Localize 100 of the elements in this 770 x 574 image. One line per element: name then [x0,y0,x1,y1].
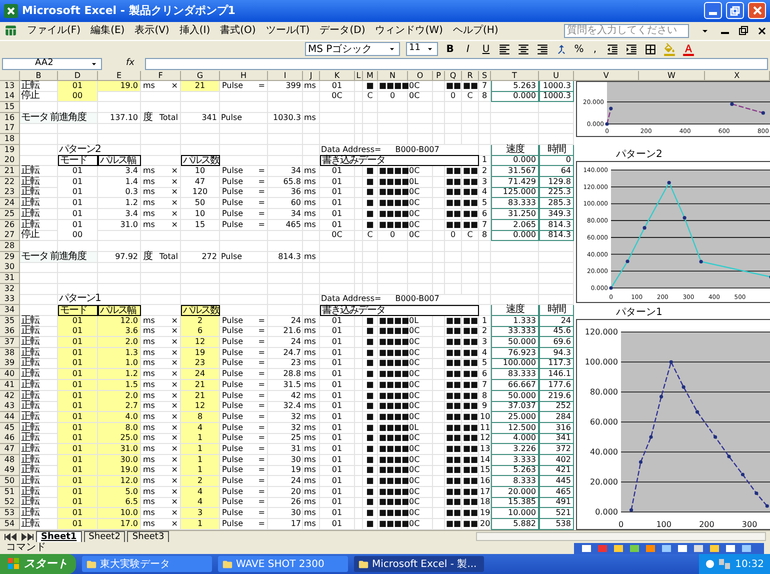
row-number[interactable]: 32 [0,284,20,295]
column-header[interactable]: O [408,70,433,81]
row-number[interactable]: 51 [0,486,20,498]
help-search-field[interactable]: 質問を入力してください [564,24,689,38]
menu-item[interactable]: ツール(T) [266,24,310,37]
sheet-tab[interactable]: Sheet3 [127,530,170,542]
format-button[interactable]: B [444,42,456,57]
taskbar-button[interactable]: Microsoft Excel - 製... [354,556,484,572]
number-format-button[interactable]: % [574,42,584,57]
taskbar-button[interactable]: WAVE SHOT 2300 [218,556,348,572]
row-number[interactable]: 48 [0,454,20,466]
row-number[interactable]: 17 [0,123,20,134]
row-number[interactable]: 26 [0,220,20,231]
function-label[interactable]: fx [126,57,134,71]
font-size-field[interactable]: 11 [406,42,438,56]
sheet-tab[interactable]: Sheet2 [84,530,126,542]
data-cell: 0C [408,369,433,380]
menu-item[interactable]: 書式(O) [220,24,256,37]
row-number[interactable]: 46 [0,433,20,444]
data-cell: ■■ [462,390,479,402]
column-header[interactable]: V [574,70,640,81]
row-number[interactable]: 54 [0,518,20,530]
data-cell: ■■ [445,316,462,327]
speed-cell: 5.263 [491,80,539,92]
column-header[interactable]: J [303,70,320,81]
column-header[interactable]: U [539,70,574,81]
row-number[interactable]: 25 [0,208,20,220]
row-number[interactable]: 29 [0,252,20,263]
column-header[interactable]: L [355,70,363,81]
column-header[interactable]: K [320,70,355,81]
row-number[interactable]: 43 [0,401,20,412]
row-number[interactable]: 14 [0,91,20,102]
column-header[interactable]: P [433,70,445,81]
data-cell: ■■ [445,326,462,338]
row-number[interactable]: 24 [0,198,20,210]
row-number[interactable]: 39 [0,358,20,370]
menu-item[interactable]: データ(D) [320,24,366,37]
font-field[interactable]: MS Pゴシック [305,42,400,56]
column-header[interactable]: E [98,70,141,81]
start-button[interactable]: スタート [0,554,76,574]
row-number[interactable]: 18 [0,134,20,146]
row-number[interactable]: 13 [0,80,20,92]
multiply-sign: × [171,422,178,433]
data-cell: ■ [363,486,378,498]
row-number[interactable]: 28 [0,240,20,252]
row-number[interactable]: 41 [0,380,20,391]
menu-item[interactable]: 挿入(I) [179,24,210,37]
row-number[interactable]: 52 [0,497,20,508]
column-header[interactable]: T [491,70,539,81]
menu-item[interactable]: ヘルプ(H) [452,24,498,37]
row-number[interactable]: 40 [0,369,20,380]
column-header[interactable]: F [141,70,181,81]
row-number[interactable]: 37 [0,337,20,348]
column-header[interactable]: I [268,70,303,81]
row-number[interactable]: 38 [0,348,20,359]
taskbar-button[interactable]: 東大実験データ [82,556,212,572]
format-button[interactable]: U [480,42,492,57]
menu-item[interactable]: 表示(V) [134,24,170,37]
column-header[interactable]: H [220,70,268,81]
row-number[interactable]: 34 [0,305,20,316]
equals-sign: = [258,348,265,358]
row-number[interactable]: 19 [0,144,20,156]
row-number[interactable]: 33 [0,294,20,306]
row-number[interactable]: 44 [0,412,20,423]
row-number[interactable]: 45 [0,422,20,434]
menu-item[interactable]: 編集(E) [90,24,125,37]
row-number[interactable]: 49 [0,465,20,476]
row-number[interactable]: 21 [0,166,20,178]
row-number[interactable]: 35 [0,316,20,327]
row-number[interactable]: 36 [0,326,20,338]
row-number[interactable]: 23 [0,187,20,198]
sheet-tab[interactable]: Sheet1 [36,530,82,542]
row-number[interactable]: 30 [0,262,20,274]
row-number[interactable]: 42 [0,390,20,402]
column-header[interactable]: G [181,70,220,81]
menu-item[interactable]: ファイル(F) [27,24,81,37]
column-header[interactable]: S [479,70,491,81]
column-header[interactable]: B [20,70,58,81]
row-number[interactable]: 50 [0,476,20,488]
row-number[interactable]: 31 [0,272,20,284]
number-format-button[interactable]: , [590,42,600,57]
column-header[interactable]: R [462,70,479,81]
equals-sign: = [258,176,265,187]
data-cell: 01 [320,412,355,423]
column-header[interactable]: Q [445,70,462,81]
row-number[interactable]: 27 [0,230,20,242]
format-button[interactable]: I [462,42,474,57]
row-number[interactable]: 20 [0,155,20,166]
row-number[interactable]: 15 [0,102,20,113]
column-header[interactable]: N [378,70,408,81]
column-header[interactable]: W [639,70,705,81]
column-header[interactable]: D [58,70,98,81]
row-number[interactable]: 22 [0,176,20,188]
pulse-count-cell: 3 [181,508,220,520]
row-number[interactable]: 47 [0,444,20,455]
column-header[interactable]: M [363,70,378,81]
row-number[interactable]: 53 [0,508,20,520]
name-box[interactable]: AA2 [2,58,102,70]
row-number[interactable]: 16 [0,112,20,124]
menu-item[interactable]: ウィンドウ(W) [375,24,443,37]
